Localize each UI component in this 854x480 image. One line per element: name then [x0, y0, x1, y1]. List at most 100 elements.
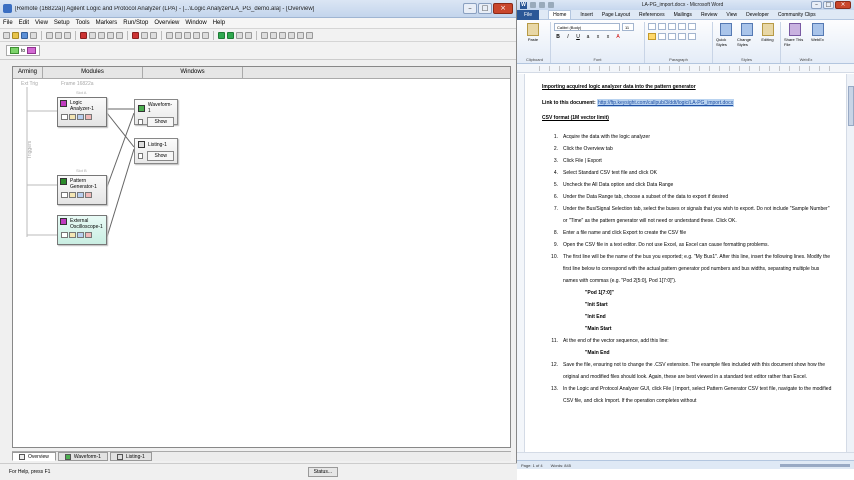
filter-icon[interactable] [193, 31, 200, 39]
copy-icon[interactable] [55, 31, 62, 39]
la-title-bar[interactable]: [Remote (16822a)] Agilent Logic and Prot… [0, 0, 516, 18]
print-icon[interactable] [30, 31, 37, 39]
horizontal-scrollbar[interactable] [517, 452, 854, 460]
module-trigger-icon[interactable] [85, 114, 92, 120]
menu-markers[interactable]: Markers [96, 20, 118, 26]
menu-window[interactable]: Window [185, 20, 206, 26]
window-properties-icon[interactable] [138, 153, 144, 159]
module-bus-icon[interactable] [69, 192, 76, 198]
delete-icon[interactable] [306, 31, 313, 39]
subscript-button[interactable]: x [594, 34, 602, 41]
module-bus-icon[interactable] [69, 114, 76, 120]
minimize-button[interactable]: – [463, 3, 477, 14]
tab-home[interactable]: Home [548, 10, 572, 19]
align-center-icon[interactable] [658, 33, 666, 40]
open-folder-icon[interactable] [12, 31, 19, 39]
zoom-slider[interactable] [780, 463, 850, 467]
tab-file[interactable]: File [517, 9, 540, 20]
italic-button[interactable]: I [564, 34, 572, 41]
module-settings-icon[interactable] [61, 114, 68, 120]
horizontal-ruler[interactable] [517, 64, 854, 73]
status-button[interactable]: Status... [307, 467, 338, 477]
module-settings-icon[interactable] [61, 192, 68, 198]
waveform-window-box[interactable]: Waveform-1 Show [134, 99, 178, 127]
maximize-button[interactable]: □ [478, 3, 492, 14]
menu-edit[interactable]: Edit [19, 20, 29, 26]
word-minimize-button[interactable]: – [811, 1, 822, 9]
find-next-icon[interactable] [184, 31, 191, 39]
find-icon[interactable] [166, 31, 173, 39]
cut-icon[interactable] [46, 31, 53, 39]
scroll-thumb[interactable] [848, 86, 854, 126]
zoom-fit-icon[interactable] [116, 31, 123, 39]
tab-references[interactable]: References [639, 12, 665, 18]
module-channels-icon[interactable] [69, 232, 76, 238]
menu-tools[interactable]: Tools [76, 20, 90, 26]
run-repetitive-icon[interactable] [227, 31, 234, 39]
tab-developer[interactable]: Developer [746, 12, 769, 18]
tab-insert[interactable]: Insert [580, 12, 593, 18]
menu-help[interactable]: Help [213, 20, 225, 26]
word-count[interactable]: Words: 845 [551, 463, 571, 468]
doc-link[interactable]: http://ftp.keysight.com/callpub/3/ddt/lo… [597, 99, 735, 107]
vertical-scrollbar[interactable] [846, 74, 854, 457]
external-oscilloscope-module[interactable]: External Oscilloscope-1 [57, 215, 107, 245]
insert-window-icon[interactable] [270, 31, 277, 39]
save-quick-icon[interactable] [530, 2, 536, 8]
pattern-generator-module[interactable]: Pattern Generator-1 [57, 175, 107, 205]
word-close-button[interactable]: × [835, 1, 851, 9]
insert-bus-icon[interactable] [288, 31, 295, 39]
show-waveform-button[interactable]: Show [147, 117, 174, 127]
numbering-icon[interactable] [658, 23, 666, 30]
rerun-icon[interactable] [245, 31, 252, 39]
word-title-bar[interactable]: W LA-PG_import.docx - Microsoft Word – □… [517, 0, 854, 10]
menu-view[interactable]: View [35, 20, 48, 26]
module-timebase-icon[interactable] [77, 232, 84, 238]
document-page[interactable]: Importing acquired logic analyzer data i… [542, 84, 832, 407]
word-maximize-button[interactable]: □ [823, 1, 834, 9]
tab-view[interactable]: View [726, 12, 737, 18]
find-previous-icon[interactable] [175, 31, 182, 39]
insert-tool-icon[interactable] [279, 31, 286, 39]
align-right-icon[interactable] [668, 33, 676, 40]
tab-waveform[interactable]: Waveform-1 [57, 452, 108, 461]
stop-icon[interactable] [236, 31, 243, 39]
zoom-in-icon[interactable] [98, 31, 105, 39]
page-count[interactable]: Page: 1 of 4 [521, 463, 543, 468]
listing-window-box[interactable]: Listing-1 Show [134, 138, 178, 164]
tab-listing[interactable]: Listing-1 [109, 452, 152, 461]
zoom-out-icon[interactable] [107, 31, 114, 39]
strikethrough-button[interactable]: a [584, 34, 592, 41]
module-run-icon[interactable] [85, 192, 92, 198]
logic-analyzer-module[interactable]: Logic Analyzer-1 [57, 97, 107, 127]
tab-overview[interactable]: Overview [12, 452, 56, 461]
redo-quick-icon[interactable] [548, 2, 554, 8]
window-properties-icon[interactable] [138, 119, 144, 125]
marker-icon[interactable] [80, 31, 87, 39]
module-settings-icon[interactable] [61, 232, 68, 238]
menu-overview[interactable]: Overview [154, 20, 179, 26]
decrease-indent-icon[interactable] [678, 23, 686, 30]
tab-community-clips[interactable]: Community Clips [778, 12, 816, 18]
font-color-button[interactable]: A [614, 34, 622, 41]
paste-button[interactable]: Paste [522, 23, 544, 42]
bullets-icon[interactable] [648, 23, 656, 30]
insert-module-icon[interactable] [261, 31, 268, 39]
run-target-chip[interactable]: to [6, 45, 41, 56]
document-area[interactable]: Importing acquired logic analyzer data i… [517, 74, 854, 457]
properties-icon[interactable] [89, 31, 96, 39]
multilevel-list-icon[interactable] [668, 23, 676, 30]
run-icon[interactable] [218, 31, 225, 39]
show-listing-button[interactable]: Show [147, 151, 174, 161]
module-sampling-icon[interactable] [77, 114, 84, 120]
menu-setup[interactable]: Setup [54, 20, 70, 26]
font-size-select[interactable]: 11 [622, 23, 634, 31]
go-to-trigger-icon[interactable] [132, 31, 139, 39]
align-left-icon[interactable] [648, 33, 656, 40]
underline-button[interactable]: U [574, 34, 582, 41]
close-button[interactable]: × [493, 3, 513, 14]
tab-page-layout[interactable]: Page Layout [602, 12, 630, 18]
go-to-end-icon[interactable] [150, 31, 157, 39]
line-spacing-icon[interactable] [688, 33, 696, 40]
new-file-icon[interactable] [3, 31, 10, 39]
